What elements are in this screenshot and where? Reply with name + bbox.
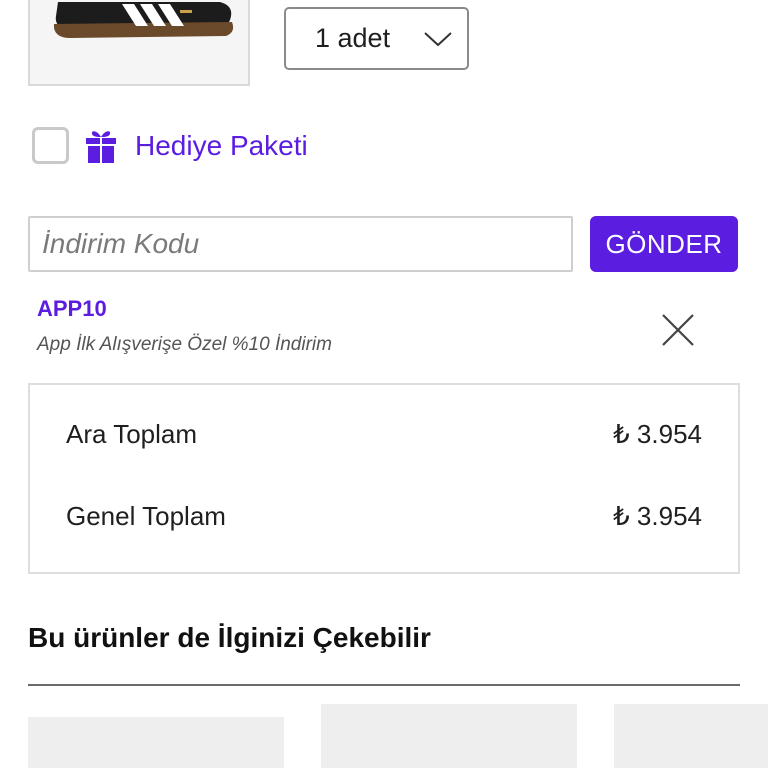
quantity-value: 1 adet	[315, 23, 391, 53]
subtotal-value: ₺ 3.954	[613, 419, 702, 449]
quantity-select[interactable]: 1 adet	[284, 7, 469, 70]
recommended-product-card[interactable]	[321, 704, 577, 768]
grand-total-label: Genel Toplam	[66, 501, 226, 531]
gift-wrap-label: Hediye Paketi	[135, 129, 308, 161]
gift-icon	[86, 130, 116, 163]
recommendations-title: Bu ürünler de İlginizi Çekebilir	[28, 622, 431, 653]
order-summary: Ara Toplam ₺ 3.954 Genel Toplam ₺ 3.954	[28, 383, 740, 574]
applied-coupon-code: APP10	[37, 296, 107, 321]
gift-wrap-checkbox[interactable]	[32, 127, 69, 164]
recommended-product-card[interactable]	[28, 717, 284, 768]
discount-code-field[interactable]	[28, 216, 573, 272]
gift-wrap-option[interactable]: Hediye Paketi	[32, 127, 308, 164]
discount-code-input[interactable]	[42, 218, 571, 270]
grand-total-value: ₺ 3.954	[613, 501, 702, 531]
product-thumbnail[interactable]	[28, 0, 250, 86]
recommended-product-card[interactable]	[614, 704, 768, 768]
divider	[28, 684, 740, 686]
grand-total-row: Genel Toplam ₺ 3.954	[66, 501, 702, 532]
sneaker-image	[30, 0, 248, 84]
subtotal-row: Ara Toplam ₺ 3.954	[66, 419, 702, 450]
close-icon[interactable]	[660, 312, 696, 348]
chevron-down-icon	[424, 32, 452, 47]
submit-discount-button[interactable]: GÖNDER	[590, 216, 738, 272]
subtotal-label: Ara Toplam	[66, 419, 198, 449]
applied-coupon-description: App İlk Alışverişe Özel %10 İndirim	[37, 334, 332, 355]
